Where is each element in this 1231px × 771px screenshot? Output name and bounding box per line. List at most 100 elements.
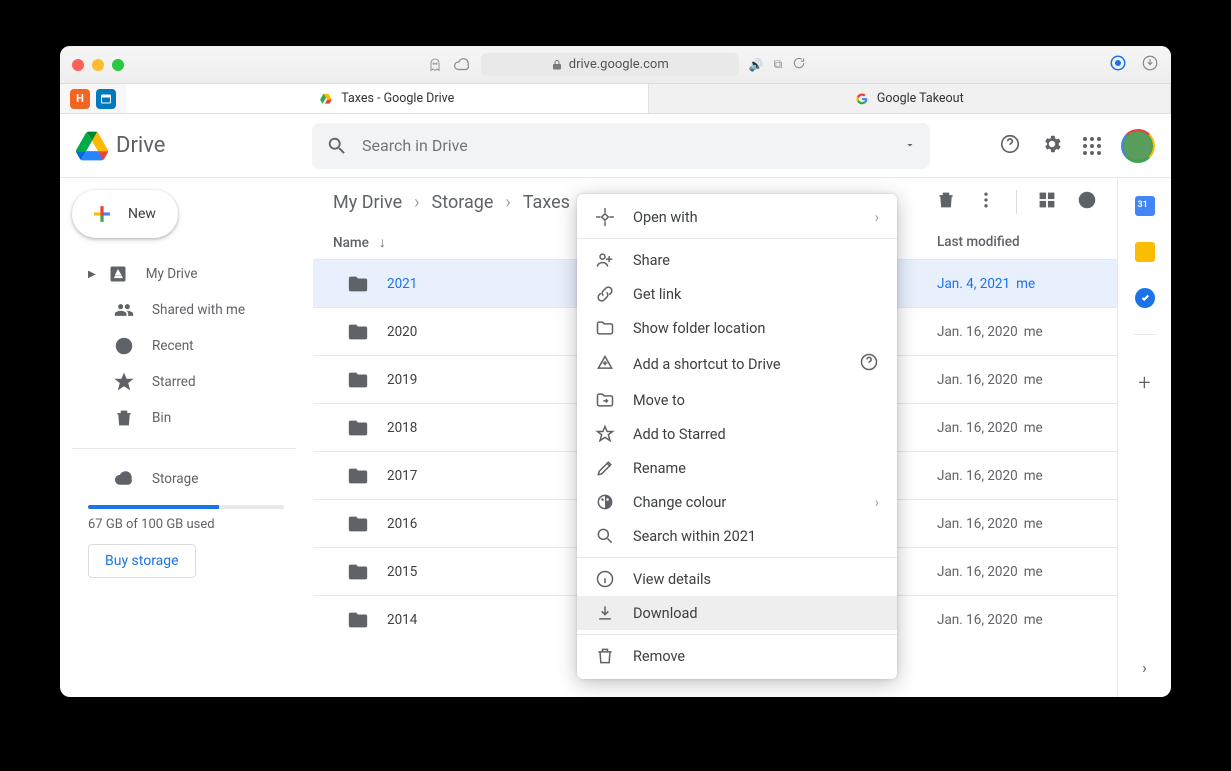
account-avatar[interactable] — [1121, 129, 1155, 163]
search-input[interactable] — [362, 136, 890, 155]
clock-icon — [114, 336, 134, 356]
sidebar: New ▶ My Drive Shared with me Recent — [60, 178, 312, 697]
ctx-icon — [595, 318, 615, 338]
ctx-get-link[interactable]: Get link — [577, 277, 897, 311]
crumb-current[interactable]: Taxes — [523, 192, 570, 213]
ctx-label: Get link — [633, 286, 681, 303]
add-app-icon[interactable]: + — [1138, 371, 1150, 396]
crumb-storage[interactable]: Storage — [432, 192, 494, 213]
ctx-icon — [595, 646, 615, 666]
ctx-move-to[interactable]: Move to — [577, 383, 897, 417]
ctx-icon — [595, 569, 615, 589]
google-icon — [855, 92, 869, 106]
buy-storage-button[interactable]: Buy storage — [88, 544, 196, 578]
new-button[interactable]: New — [72, 190, 178, 238]
nav-recent[interactable]: Recent — [72, 328, 312, 364]
nav-label: Storage — [152, 471, 198, 487]
settings-icon[interactable] — [1041, 133, 1063, 159]
ctx-show-folder-location[interactable]: Show folder location — [577, 311, 897, 345]
more-actions-button[interactable] — [976, 190, 996, 214]
hide-panel-icon[interactable]: › — [1142, 658, 1147, 677]
ctx-change-colour[interactable]: Change colour › — [577, 485, 897, 519]
ctx-icon — [595, 390, 615, 410]
cloud-icon[interactable] — [453, 56, 471, 74]
ctx-add-a-shortcut-to-drive[interactable]: Add a shortcut to Drive — [577, 345, 897, 383]
expand-icon[interactable]: ▶ — [88, 269, 96, 280]
search-box[interactable] — [312, 123, 930, 169]
ctx-label: Show folder location — [633, 320, 765, 337]
search-icon — [326, 135, 348, 157]
nav-shared[interactable]: Shared with me — [72, 292, 312, 328]
ctx-label: Add to Starred — [633, 426, 726, 443]
ctx-open-with[interactable]: Open with› — [577, 200, 897, 234]
ctx-download[interactable]: Download — [577, 596, 897, 630]
ctx-label: Add a shortcut to Drive — [633, 356, 781, 373]
nav-storage[interactable]: Storage — [72, 461, 312, 497]
pinned-tab-1[interactable]: H — [70, 89, 90, 109]
cloud-storage-icon — [114, 469, 134, 489]
nav-my-drive[interactable]: ▶ My Drive — [72, 256, 312, 292]
ctx-label: Download — [633, 605, 698, 622]
ctx-label: Change colour — [633, 494, 726, 511]
ctx-remove[interactable]: Remove — [577, 639, 897, 673]
delete-button[interactable] — [936, 190, 956, 214]
tab-drive[interactable]: Taxes - Google Drive — [126, 84, 649, 113]
nav-starred[interactable]: Starred — [72, 364, 312, 400]
nav-bin[interactable]: Bin — [72, 400, 312, 436]
ctx-rename[interactable]: Rename — [577, 451, 897, 485]
password-manager-icon[interactable] — [1109, 54, 1127, 76]
modified-date: Jan. 16, 2020 me — [937, 324, 1097, 340]
support-icon[interactable] — [999, 133, 1021, 159]
tasks-app-icon[interactable] — [1135, 288, 1155, 308]
minimize-window-button[interactable] — [92, 59, 104, 71]
ctx-search-within-2021[interactable]: Search within 2021 — [577, 519, 897, 553]
ctx-view-details[interactable]: View details — [577, 562, 897, 596]
address-bar[interactable]: drive.google.com — [481, 53, 739, 76]
ghost-icon — [427, 57, 443, 73]
maximize-window-button[interactable] — [112, 59, 124, 71]
drive-logo[interactable]: Drive — [76, 130, 312, 162]
storage-progress — [88, 505, 284, 509]
ctx-label: Share — [633, 252, 670, 269]
keep-app-icon[interactable] — [1135, 242, 1155, 262]
nav-label: My Drive — [146, 266, 198, 282]
downloads-icon[interactable] — [1141, 54, 1159, 76]
crumb-mydrive[interactable]: My Drive — [333, 192, 402, 213]
lock-icon — [551, 59, 563, 71]
ctx-share[interactable]: Share — [577, 243, 897, 277]
reload-icon[interactable] — [792, 55, 806, 74]
modified-date: Jan. 16, 2020 me — [937, 612, 1097, 628]
context-menu: Open with›ShareGet linkShow folder locat… — [577, 194, 897, 679]
pinned-tab-2[interactable] — [96, 89, 116, 109]
ctx-label: Search within 2021 — [633, 528, 756, 545]
ctx-label: View details — [633, 571, 711, 588]
modified-date: Jan. 16, 2020 me — [937, 372, 1097, 388]
close-window-button[interactable] — [72, 59, 84, 71]
chevron-right-icon: › — [875, 494, 879, 511]
modified-date: Jan. 16, 2020 me — [937, 468, 1097, 484]
picture-in-picture-icon[interactable]: ⧉ — [774, 57, 783, 72]
tab-takeout[interactable]: Google Takeout — [649, 84, 1172, 113]
ctx-label: Open with — [633, 209, 698, 226]
nav-label: Starred — [152, 374, 196, 390]
drive-logo-icon — [76, 130, 108, 162]
modified-date: Jan. 16, 2020 me — [937, 564, 1097, 580]
storage-text: 67 GB of 100 GB used — [72, 517, 312, 532]
audio-icon[interactable]: 🔊 — [749, 58, 764, 72]
tab-label: Taxes - Google Drive — [341, 91, 454, 106]
google-apps-icon[interactable] — [1083, 137, 1101, 155]
ctx-icon — [595, 207, 615, 227]
breadcrumb: My Drive › Storage › Taxes — [333, 192, 570, 213]
plus-icon — [88, 200, 116, 228]
grid-view-button[interactable] — [1037, 190, 1057, 214]
search-options-icon[interactable] — [904, 136, 916, 155]
address-text: drive.google.com — [569, 57, 669, 72]
help-icon[interactable] — [859, 352, 879, 376]
ctx-icon — [595, 458, 615, 478]
nav-label: Recent — [152, 338, 194, 354]
drive-nav-icon — [108, 264, 128, 284]
calendar-app-icon[interactable] — [1135, 196, 1155, 216]
ctx-add-to-starred[interactable]: Add to Starred — [577, 417, 897, 451]
column-modified[interactable]: Last modified — [937, 234, 1097, 251]
details-button[interactable] — [1077, 190, 1097, 214]
